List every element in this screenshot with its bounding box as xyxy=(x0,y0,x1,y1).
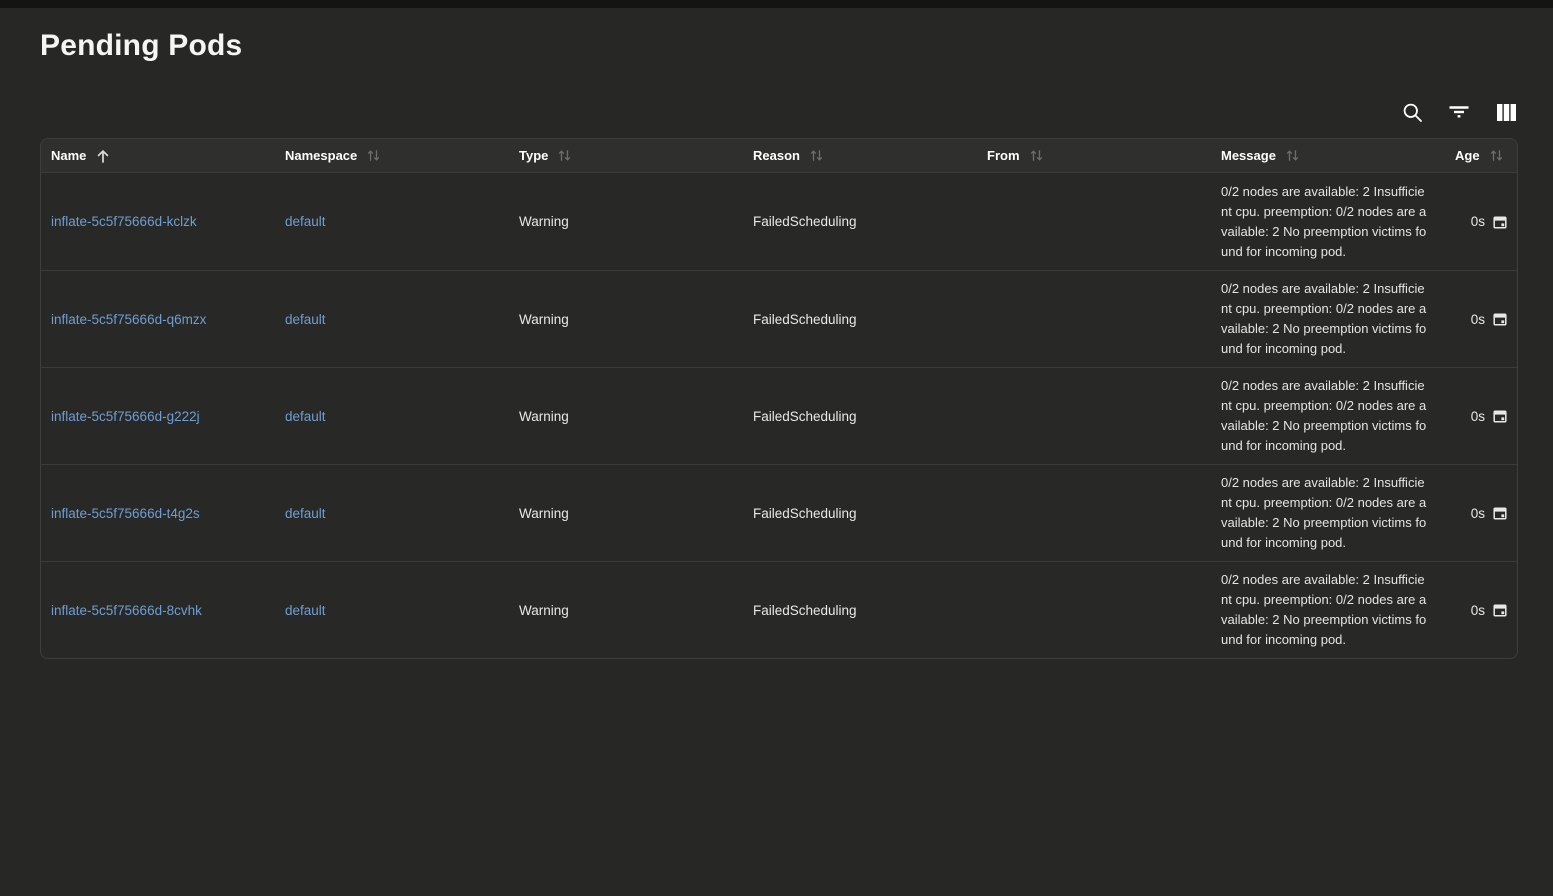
sort-icon xyxy=(809,148,824,163)
age-cell: 0s xyxy=(1445,214,1517,230)
age-value: 0s xyxy=(1471,506,1485,521)
age-value: 0s xyxy=(1471,603,1485,618)
column-header-namespace[interactable]: Namespace xyxy=(275,148,509,163)
type-cell: Warning xyxy=(509,409,743,424)
column-header-type[interactable]: Type xyxy=(509,148,743,163)
calendar-icon[interactable] xyxy=(1492,408,1508,424)
column-header-label: Age xyxy=(1455,148,1480,163)
type-cell: Warning xyxy=(509,506,743,521)
table-row: inflate-5c5f75666d-q6mzx default Warning… xyxy=(41,270,1517,367)
column-header-reason[interactable]: Reason xyxy=(743,148,977,163)
pod-name-link[interactable]: inflate-5c5f75666d-q6mzx xyxy=(51,312,206,327)
namespace-link[interactable]: default xyxy=(285,506,326,521)
type-cell: Warning xyxy=(509,312,743,327)
filter-icon xyxy=(1448,101,1470,123)
sort-icon xyxy=(1029,148,1044,163)
message-cell: 0/2 nodes are available: 2 Insufficient … xyxy=(1211,279,1445,359)
pod-name-link[interactable]: inflate-5c5f75666d-kclzk xyxy=(51,214,197,229)
pending-pods-table: Name Namespace Type xyxy=(40,138,1518,659)
sort-ascending-icon xyxy=(95,148,111,164)
namespace-link[interactable]: default xyxy=(285,409,326,424)
columns-button[interactable] xyxy=(1494,100,1518,124)
age-value: 0s xyxy=(1471,409,1485,424)
table-toolbar xyxy=(40,100,1518,124)
table-row: inflate-5c5f75666d-g222j default Warning… xyxy=(41,367,1517,464)
sort-icon xyxy=(557,148,572,163)
search-icon xyxy=(1402,102,1423,123)
namespace-link[interactable]: default xyxy=(285,214,326,229)
table-row: inflate-5c5f75666d-kclzk default Warning… xyxy=(41,173,1517,270)
reason-cell: FailedScheduling xyxy=(743,603,977,618)
sort-icon xyxy=(1285,148,1300,163)
age-cell: 0s xyxy=(1445,311,1517,327)
age-value: 0s xyxy=(1471,214,1485,229)
column-header-from[interactable]: From xyxy=(977,148,1211,163)
reason-cell: FailedScheduling xyxy=(743,409,977,424)
type-cell: Warning xyxy=(509,214,743,229)
column-header-label: Reason xyxy=(753,148,800,163)
message-cell: 0/2 nodes are available: 2 Insufficient … xyxy=(1211,473,1445,553)
message-cell: 0/2 nodes are available: 2 Insufficient … xyxy=(1211,376,1445,456)
search-button[interactable] xyxy=(1400,100,1424,124)
column-header-label: From xyxy=(987,148,1020,163)
column-header-age[interactable]: Age xyxy=(1445,148,1517,163)
column-header-name[interactable]: Name xyxy=(41,148,275,164)
pod-name-link[interactable]: inflate-5c5f75666d-t4g2s xyxy=(51,506,200,521)
pending-pods-page: Pending Pods xyxy=(0,29,1553,659)
column-header-message[interactable]: Message xyxy=(1211,148,1445,163)
calendar-icon[interactable] xyxy=(1492,602,1508,618)
column-header-label: Message xyxy=(1221,148,1276,163)
table-row: inflate-5c5f75666d-8cvhk default Warning… xyxy=(41,561,1517,658)
message-cell: 0/2 nodes are available: 2 Insufficient … xyxy=(1211,182,1445,262)
reason-cell: FailedScheduling xyxy=(743,312,977,327)
reason-cell: FailedScheduling xyxy=(743,214,977,229)
age-cell: 0s xyxy=(1445,505,1517,521)
age-value: 0s xyxy=(1471,312,1485,327)
page-title: Pending Pods xyxy=(40,29,1518,63)
top-bar xyxy=(0,0,1553,8)
namespace-link[interactable]: default xyxy=(285,603,326,618)
column-header-label: Type xyxy=(519,148,548,163)
columns-icon xyxy=(1496,103,1517,122)
table-row: inflate-5c5f75666d-t4g2s default Warning… xyxy=(41,464,1517,561)
sort-icon xyxy=(366,148,381,163)
sort-icon xyxy=(1489,148,1504,163)
column-header-label: Namespace xyxy=(285,148,357,163)
namespace-link[interactable]: default xyxy=(285,312,326,327)
calendar-icon[interactable] xyxy=(1492,311,1508,327)
table-header-row: Name Namespace Type xyxy=(41,139,1517,173)
message-cell: 0/2 nodes are available: 2 Insufficient … xyxy=(1211,570,1445,650)
calendar-icon[interactable] xyxy=(1492,214,1508,230)
pod-name-link[interactable]: inflate-5c5f75666d-g222j xyxy=(51,409,200,424)
reason-cell: FailedScheduling xyxy=(743,506,977,521)
pod-name-link[interactable]: inflate-5c5f75666d-8cvhk xyxy=(51,603,202,618)
type-cell: Warning xyxy=(509,603,743,618)
column-header-label: Name xyxy=(51,148,86,163)
age-cell: 0s xyxy=(1445,408,1517,424)
age-cell: 0s xyxy=(1445,602,1517,618)
calendar-icon[interactable] xyxy=(1492,505,1508,521)
filter-button[interactable] xyxy=(1447,100,1471,124)
table-body: inflate-5c5f75666d-kclzk default Warning… xyxy=(41,173,1517,658)
